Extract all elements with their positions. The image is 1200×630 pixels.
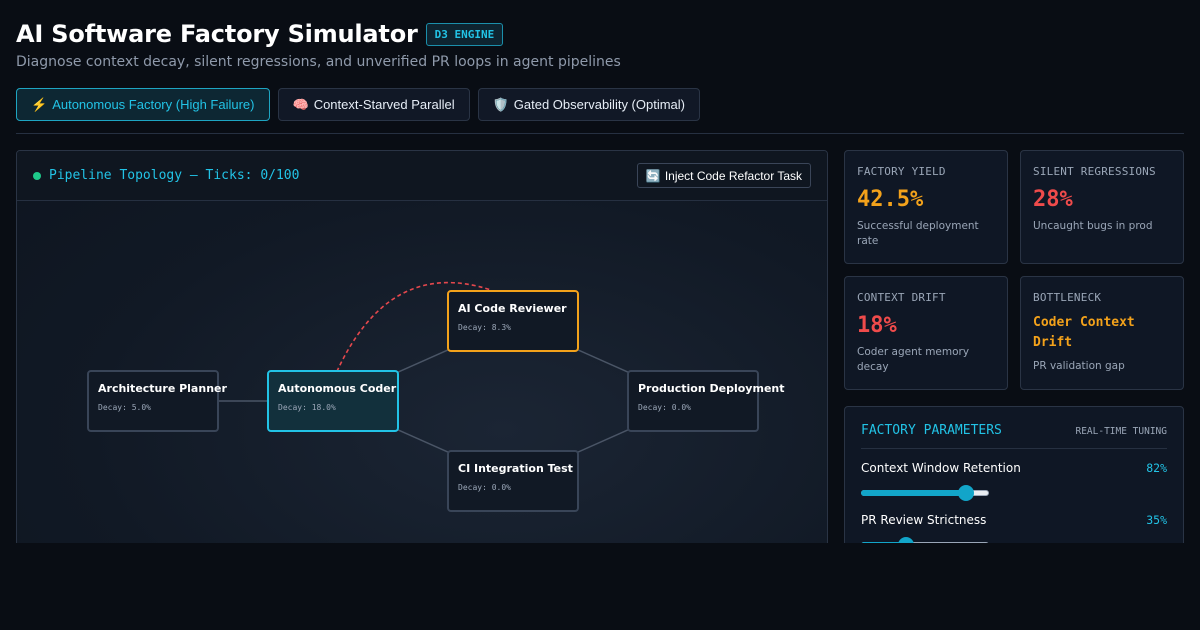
node-decay: Decay: 8.3% xyxy=(458,323,511,332)
metric-label: Context Drift xyxy=(857,291,946,304)
bottleneck-card: Bottleneck Coder Context Drift PR valida… xyxy=(1020,276,1184,390)
metric-label: Silent Regressions xyxy=(1033,165,1156,178)
node-decay: Decay: 0.0% xyxy=(458,483,511,492)
param-context-window-retention: Context Window Retention 82% xyxy=(861,461,1167,501)
node-architecture-planner[interactable]: Architecture Planner Decay: 5.0% xyxy=(87,370,227,432)
param-label: PR Review Strictness xyxy=(861,513,987,527)
slider-fill xyxy=(861,490,966,496)
metric-value: 28% xyxy=(1033,187,1073,212)
topology-canvas: Architecture Planner Decay: 5.0% Autonom… xyxy=(17,201,827,549)
parameters-subtitle: Real-time tuning xyxy=(1075,426,1167,437)
page-title: AI Software Factory Simulator xyxy=(16,20,418,48)
node-decay: Decay: 18.0% xyxy=(278,403,336,412)
metric-value: 18% xyxy=(857,313,897,338)
node-label: Autonomous Coder xyxy=(278,382,397,395)
node-label: Architecture Planner xyxy=(98,382,227,395)
metric-description: Successful deployment rate xyxy=(857,220,979,247)
parameters-header: Factory Parameters Real-time tuning xyxy=(861,423,1167,449)
node-production-deployment[interactable]: Production Deployment Decay: 0.0% xyxy=(627,370,785,432)
metric-description: Coder agent memory decay xyxy=(857,346,970,373)
lightning-icon: ⚡ xyxy=(31,96,48,112)
metric-value: 42.5% xyxy=(857,187,924,212)
slider-thumb[interactable] xyxy=(958,485,974,501)
param-row: PR Review Strictness 35% xyxy=(861,513,1167,527)
page-background xyxy=(0,543,1200,630)
node-label: AI Code Reviewer xyxy=(458,302,567,315)
node-ai-code-reviewer[interactable]: AI Code Reviewer Decay: 8.3% xyxy=(447,290,579,352)
silent-regressions-card: Silent Regressions 28% Uncaught bugs in … xyxy=(1020,150,1184,264)
metric-description: Uncaught bugs in prod xyxy=(1033,220,1153,232)
context-drift-card: Context Drift 18% Coder agent memory dec… xyxy=(844,276,1008,390)
param-value: 82% xyxy=(1146,461,1167,475)
param-row: Context Window Retention 82% xyxy=(861,461,1167,475)
scenario-label: Autonomous Factory (High Failure) xyxy=(52,97,255,112)
metric-label: Factory Yield xyxy=(857,165,946,178)
scenario-autonomous-factory-button[interactable]: ⚡ Autonomous Factory (High Failure) xyxy=(16,88,270,121)
page-header: AI Software Factory Simulator D3 ENGINE … xyxy=(16,18,1184,70)
scenario-label: Gated Observability (Optimal) xyxy=(513,97,686,112)
node-label: CI Integration Test xyxy=(458,462,573,475)
node-autonomous-coder[interactable]: Autonomous Coder Decay: 18.0% xyxy=(267,370,399,432)
pipeline-topology-panel: Pipeline Topology — Ticks: 0/100 🔄 Injec… xyxy=(16,150,828,550)
node-decay: Decay: 0.0% xyxy=(638,403,691,412)
scenario-context-starved-button[interactable]: 🧠 Context-Starved Parallel xyxy=(277,88,470,121)
metric-value: Coder Context Drift xyxy=(1033,315,1135,350)
engine-badge: D3 ENGINE xyxy=(425,22,504,46)
shield-icon: 🛡️ xyxy=(492,96,509,112)
refresh-icon: 🔄 xyxy=(645,168,661,183)
scenario-selector: ⚡ Autonomous Factory (High Failure) 🧠 Co… xyxy=(16,88,701,121)
metric-description: PR validation gap xyxy=(1033,360,1125,372)
node-ci-integration-test[interactable]: CI Integration Test Decay: 0.0% xyxy=(447,450,579,512)
header-divider xyxy=(16,133,1184,134)
page-subtitle: Diagnose context decay, silent regressio… xyxy=(16,54,621,70)
node-label: Production Deployment xyxy=(638,382,785,395)
topology-header: Pipeline Topology — Ticks: 0/100 🔄 Injec… xyxy=(17,151,827,201)
node-decay: Decay: 5.0% xyxy=(98,403,151,412)
inject-task-label: Inject Code Refactor Task xyxy=(664,168,802,183)
context-retention-slider[interactable] xyxy=(861,485,989,501)
parameters-title: Factory Parameters xyxy=(861,423,1002,438)
title-row: AI Software Factory Simulator D3 ENGINE xyxy=(16,18,1184,50)
factory-yield-card: Factory Yield 42.5% Successful deploymen… xyxy=(844,150,1008,264)
factory-parameters-panel: Factory Parameters Real-time tuning Cont… xyxy=(844,406,1184,566)
param-value: 35% xyxy=(1146,513,1167,527)
topology-title: Pipeline Topology — Ticks: 0/100 xyxy=(49,168,300,183)
param-label: Context Window Retention xyxy=(861,461,1021,475)
metric-label: Bottleneck xyxy=(1033,291,1102,304)
status-dot-icon xyxy=(33,171,41,180)
scenario-gated-observability-button[interactable]: 🛡️ Gated Observability (Optimal) xyxy=(477,88,701,121)
scenario-label: Context-Starved Parallel xyxy=(313,97,455,112)
brain-icon: 🧠 xyxy=(292,96,309,112)
inject-task-button[interactable]: 🔄 Inject Code Refactor Task xyxy=(636,163,811,188)
